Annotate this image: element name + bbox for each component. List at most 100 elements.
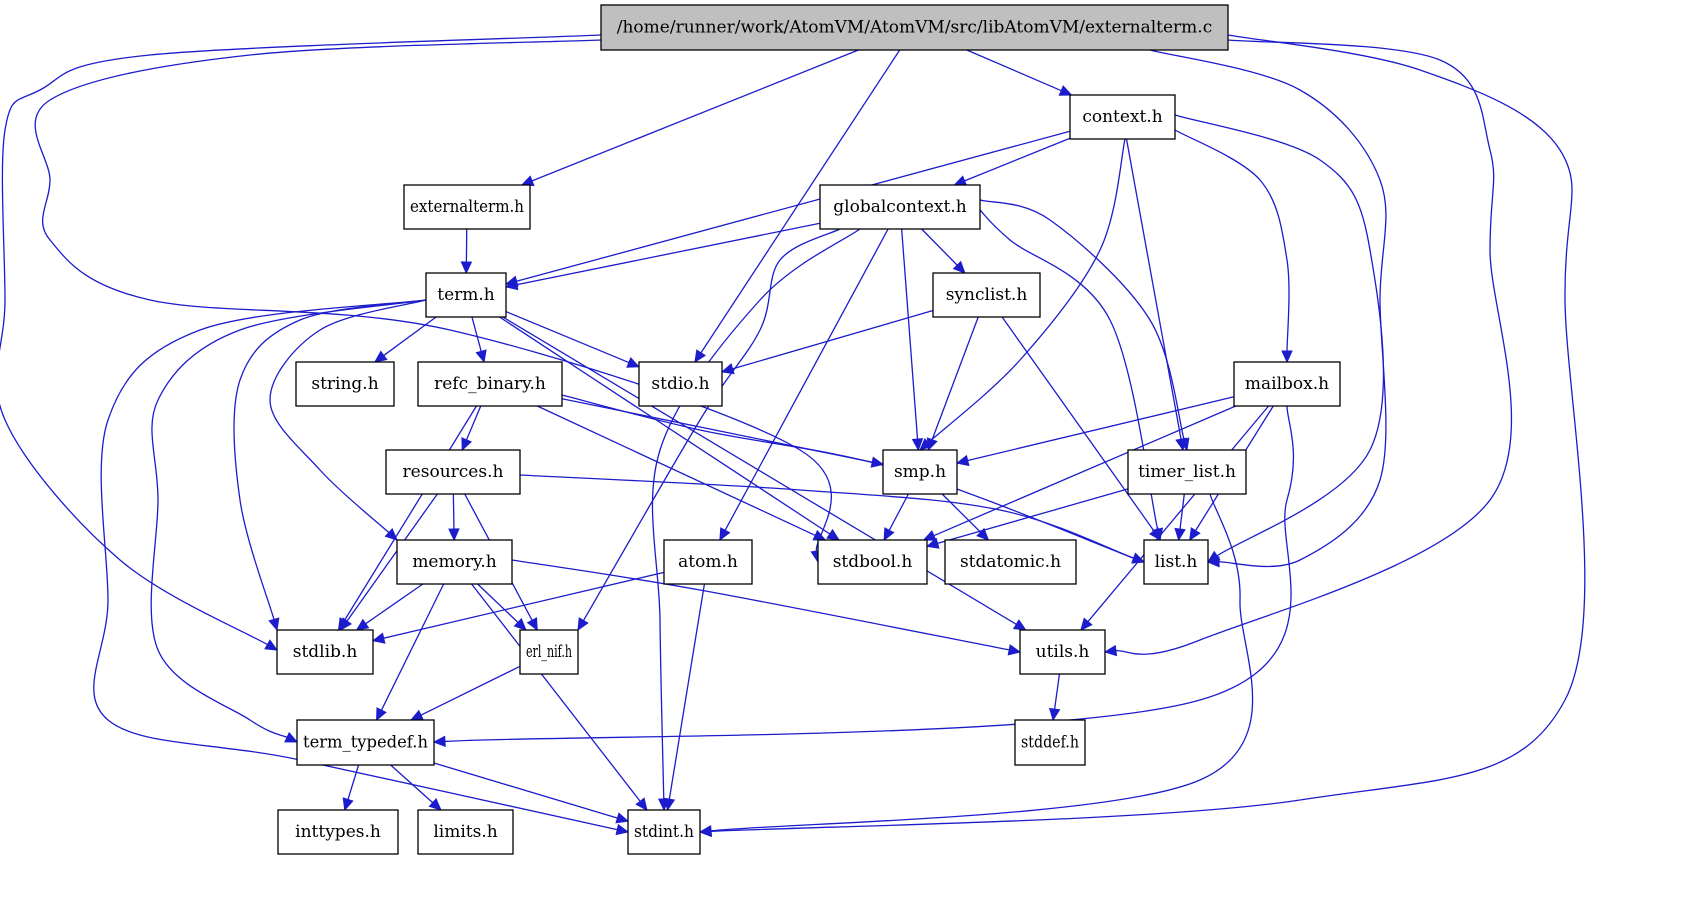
arrowhead-icon bbox=[1048, 707, 1061, 722]
arrowhead-icon bbox=[376, 707, 387, 722]
edge-root-to-externalterm bbox=[520, 49, 859, 187]
node-label: inttypes.h bbox=[295, 822, 381, 842]
edge-line bbox=[1125, 138, 1182, 441]
arrowhead-icon bbox=[268, 617, 280, 632]
edge-line bbox=[537, 405, 817, 537]
node-label: stddef.h bbox=[1021, 733, 1079, 753]
node-label: stdlib.h bbox=[293, 642, 358, 662]
include-dependency-graph: /home/runner/work/AtomVM/AtomVM/src/libA… bbox=[0, 4, 1586, 855]
edge-line bbox=[966, 49, 1063, 92]
node-label: erl_nif.h bbox=[526, 642, 572, 662]
node-label: resources.h bbox=[403, 462, 504, 482]
arrowhead-icon bbox=[615, 823, 630, 836]
edge-line bbox=[731, 309, 934, 370]
node-label: string.h bbox=[311, 374, 378, 394]
arrowhead-icon bbox=[812, 529, 827, 541]
edge-synclist-to-smp bbox=[926, 316, 979, 452]
header-node-stdint[interactable]: stdint.h bbox=[627, 809, 701, 855]
edge-memory-to-term_typedef bbox=[376, 583, 445, 722]
edge-refc_binary-to-list bbox=[561, 394, 1146, 564]
node-label: term.h bbox=[437, 285, 495, 305]
header-node-stdlib[interactable]: stdlib.h bbox=[276, 629, 374, 675]
header-node-externalterm[interactable]: externalterm.h bbox=[403, 184, 531, 230]
arrowhead-icon bbox=[1058, 85, 1073, 96]
header-node-limits[interactable]: limits.h bbox=[417, 809, 514, 855]
edge-smp-to-stdatomic bbox=[941, 493, 990, 541]
root-file-node[interactable]: /home/runner/work/AtomVM/AtomVM/src/libA… bbox=[600, 4, 1229, 51]
edge-timer_list-to-stdbool bbox=[925, 488, 1129, 549]
header-node-resources[interactable]: resources.h bbox=[385, 449, 521, 495]
header-node-erl-nif[interactable]: erl_nif.h bbox=[519, 629, 579, 675]
arrowhead-icon bbox=[615, 812, 630, 824]
edge-line bbox=[668, 583, 706, 801]
arrowhead-icon bbox=[1103, 644, 1118, 657]
edge-erl_nif-to-term_typedef bbox=[410, 665, 521, 721]
arrowhead-icon bbox=[626, 357, 641, 368]
header-node-inttypes[interactable]: inttypes.h bbox=[277, 809, 399, 855]
header-node-timer-list[interactable]: timer_list.h bbox=[1127, 449, 1247, 495]
node-label: stdio.h bbox=[651, 374, 709, 394]
edge-timer_list-to-list bbox=[1174, 493, 1186, 542]
arrowhead-icon bbox=[1131, 552, 1146, 564]
arrowhead-icon bbox=[526, 617, 538, 632]
edge-synclist-to-list bbox=[1001, 316, 1162, 541]
node-label: synclist.h bbox=[946, 285, 1028, 305]
arrowhead-icon bbox=[698, 825, 713, 837]
edge-resources-to-memory bbox=[448, 493, 460, 542]
arrowhead-icon bbox=[432, 735, 446, 748]
arrowhead-icon bbox=[826, 528, 841, 541]
arrowhead-icon bbox=[694, 349, 707, 364]
header-node-utils[interactable]: utils.h bbox=[1019, 629, 1106, 675]
node-label: refc_binary.h bbox=[434, 374, 546, 394]
edge-line bbox=[380, 583, 445, 712]
edge-externalterm-to-term bbox=[460, 228, 473, 275]
header-node-stdio[interactable]: stdio.h bbox=[638, 361, 723, 407]
edge-globalcontext-to-synclist bbox=[921, 228, 966, 274]
edge-term-to-memory bbox=[269, 299, 427, 541]
header-node-memory[interactable]: memory.h bbox=[396, 539, 513, 585]
header-node-list[interactable]: list.h bbox=[1143, 539, 1209, 585]
edge-line bbox=[364, 583, 424, 625]
header-node-globalcontext[interactable]: globalcontext.h bbox=[819, 184, 981, 230]
header-node-string[interactable]: string.h bbox=[295, 361, 395, 407]
header-node-refc-binary[interactable]: refc_binary.h bbox=[417, 361, 563, 407]
header-node-smp[interactable]: smp.h bbox=[882, 449, 958, 495]
header-node-stddef[interactable]: stddef.h bbox=[1014, 719, 1086, 766]
arrowhead-icon bbox=[371, 632, 386, 644]
header-node-term[interactable]: term.h bbox=[425, 272, 507, 318]
edge-context-to-list bbox=[1174, 114, 1385, 563]
arrowhead-icon bbox=[1080, 617, 1093, 631]
header-node-atom[interactable]: atom.h bbox=[663, 539, 753, 585]
edge-term_typedef-to-limits bbox=[390, 764, 442, 811]
arrowhead-icon bbox=[342, 797, 354, 812]
header-node-mailbox[interactable]: mailbox.h bbox=[1233, 361, 1341, 407]
arrowhead-icon bbox=[1281, 350, 1293, 364]
node-label: stdbool.h bbox=[833, 552, 913, 572]
edge-utils-to-stddef bbox=[1048, 673, 1061, 722]
edge-term-to-stdbool bbox=[499, 316, 841, 541]
arrowhead-icon bbox=[475, 349, 487, 364]
header-node-context[interactable]: context.h bbox=[1069, 94, 1176, 140]
edge-line bbox=[471, 583, 642, 803]
header-node-term-typedef[interactable]: term_typedef.h bbox=[296, 719, 435, 766]
edge-line bbox=[979, 199, 1185, 441]
arrowhead-icon bbox=[577, 617, 589, 632]
edge-line bbox=[724, 228, 889, 532]
edge-context-to-term bbox=[504, 130, 1071, 287]
edge-smp-to-stdbool bbox=[883, 493, 909, 542]
edge-refc_binary-to-resources bbox=[461, 405, 482, 452]
node-label: timer_list.h bbox=[1138, 462, 1236, 482]
header-node-synclist[interactable]: synclist.h bbox=[932, 272, 1041, 318]
header-node-stdbool[interactable]: stdbool.h bbox=[817, 539, 928, 585]
node-label: stdint.h bbox=[634, 822, 694, 842]
node-label: /home/runner/work/AtomVM/AtomVM/src/libA… bbox=[617, 18, 1212, 38]
header-node-stdatomic[interactable]: stdatomic.h bbox=[944, 539, 1077, 585]
arrowhead-icon bbox=[461, 437, 473, 452]
node-label: mailbox.h bbox=[1245, 374, 1329, 394]
arrowhead-icon bbox=[883, 527, 895, 542]
edge-line bbox=[515, 222, 821, 286]
edge-line bbox=[269, 299, 427, 534]
arrowhead-icon bbox=[719, 527, 731, 542]
edge-line bbox=[343, 405, 478, 622]
edge-line bbox=[921, 228, 959, 267]
